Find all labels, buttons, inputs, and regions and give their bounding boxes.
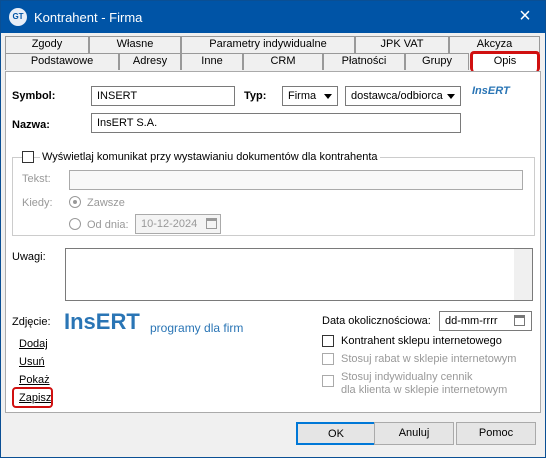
tab-adresy[interactable]: Adresy [119,53,181,70]
message-checkbox[interactable] [22,151,34,163]
data-okolicznosciowa-label: Data okolicznościowa: [322,315,431,327]
shop-checkbox[interactable] [322,335,334,347]
window-title: Kontrahent - Firma [34,10,143,25]
zdjecie-label: Zdjęcie: [12,316,51,328]
textarea-scrollbar[interactable] [514,249,532,300]
help-button[interactable]: Pomoc [456,422,536,445]
tab-inne[interactable]: Inne [181,53,243,70]
calendar-icon[interactable] [206,218,217,229]
zawsze-radio[interactable] [69,196,81,208]
typ-select[interactable]: Firma [282,86,338,106]
title-bar: GT Kontrahent - Firma × [1,1,545,33]
save-photo-highlight [12,387,53,408]
image-tagline: programy dla firm [150,321,244,335]
typ-label: Typ: [244,90,267,102]
kiedy-label: Kiedy: [22,197,53,209]
cennik-checkbox[interactable] [322,375,334,387]
image-brand: InsERT [64,309,140,334]
tab-wlasne[interactable]: Własne [89,36,181,53]
cancel-button[interactable]: Anuluj [374,422,454,445]
small-insert-logo: InsERT [472,85,510,97]
date-calendar-icon[interactable] [514,315,525,326]
rodzaj-select[interactable]: dostawca/odbiorca [345,86,461,106]
uwagi-label: Uwagi: [12,251,46,263]
tab-zgody[interactable]: Zgody [5,36,89,53]
nazwa-label: Nazwa: [12,119,50,131]
tab-akcyza[interactable]: Akcyza [449,36,540,53]
uwagi-textarea[interactable] [65,248,533,301]
rabat-checkbox-label: Stosuj rabat w sklepie internetowym [341,353,517,365]
tab-grupy[interactable]: Grupy [405,53,469,70]
cennik-checkbox-label-line2: dla klienta w sklepie internetowym [341,384,508,396]
show-photo-link[interactable]: Pokaż [19,374,50,386]
symbol-input[interactable]: INSERT [91,86,235,106]
contractor-image: InsERT programy dla firm [64,309,246,339]
remove-photo-link[interactable]: Usuń [19,356,45,368]
close-icon[interactable]: × [513,5,537,29]
tab-opis[interactable]: Opis [471,52,539,71]
tab-jpk-vat[interactable]: JPK VAT [355,36,449,53]
tekst-label: Tekst: [22,173,51,185]
tab-platnosci[interactable]: Płatności [323,53,405,70]
od-dnia-radio[interactable] [69,218,81,230]
contractor-window: GT Kontrahent - Firma × Zgody Własne Par… [0,0,546,458]
app-logo-icon: GT [9,8,27,26]
add-photo-link[interactable]: Dodaj [19,338,48,350]
ok-button[interactable]: OK [296,422,376,445]
zawsze-label: Zawsze [87,197,125,209]
nazwa-input[interactable]: InsERT S.A. [91,113,461,133]
message-checkbox-label: Wyświetlaj komunikat przy wystawianiu do… [40,151,380,163]
symbol-label: Symbol: [12,90,56,102]
rabat-checkbox[interactable] [322,353,334,365]
tab-podstawowe[interactable]: Podstawowe [5,53,119,70]
tab-crm[interactable]: CRM [243,53,323,70]
shop-checkbox-label: Kontrahent sklepu internetowego [341,335,502,347]
tab-parametry[interactable]: Parametry indywidualne [181,36,355,53]
cennik-checkbox-label: Stosuj indywidualny cennik [341,371,473,383]
od-dnia-label: Od dnia: [87,219,129,231]
tekst-input[interactable] [69,170,523,190]
